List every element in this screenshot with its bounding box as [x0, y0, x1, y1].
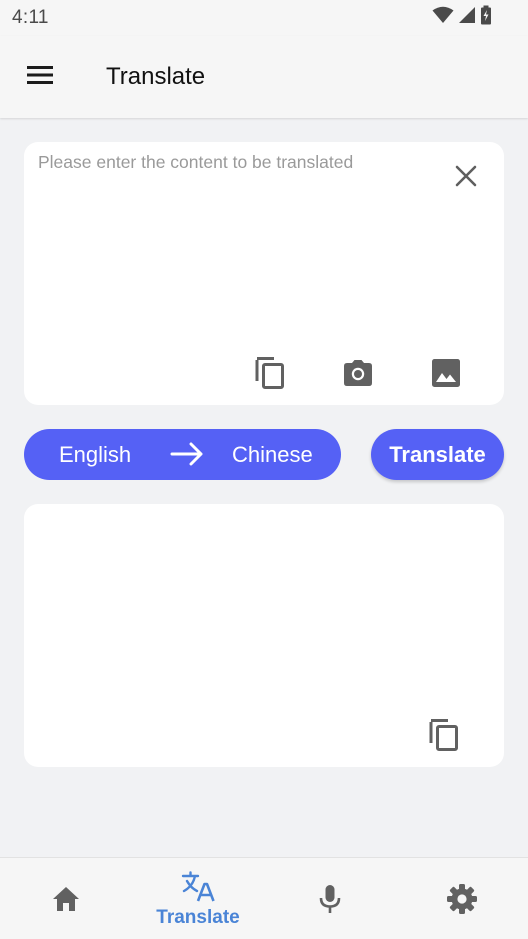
translate-button[interactable]: Translate: [371, 429, 504, 480]
nav-item-settings[interactable]: [396, 858, 528, 939]
menu-button[interactable]: [18, 57, 62, 97]
nav-item-translate[interactable]: Translate: [132, 858, 264, 939]
status-icons: [432, 5, 492, 30]
translate-icon: [180, 871, 216, 903]
page-title: Translate: [106, 63, 206, 90]
camera-button[interactable]: [340, 357, 376, 393]
nav-item-voice[interactable]: [264, 858, 396, 939]
home-icon: [50, 883, 82, 915]
input-card: [24, 142, 504, 405]
settings-icon: [446, 883, 478, 915]
battery-icon: [480, 5, 492, 30]
arrow-right-icon[interactable]: [170, 439, 204, 469]
copy-icon: [254, 356, 286, 395]
microphone-icon: [314, 883, 346, 915]
source-language[interactable]: English: [59, 442, 131, 468]
copy-input-button[interactable]: [252, 356, 288, 395]
translate-screen: 4:11 Translate Please enter the content …: [0, 0, 528, 939]
copy-output-button[interactable]: [426, 718, 462, 757]
nav-item-home[interactable]: [0, 858, 132, 939]
image-button[interactable]: [428, 357, 464, 393]
close-icon: [454, 164, 478, 193]
language-selector[interactable]: English Chinese: [24, 429, 341, 480]
copy-icon: [428, 718, 460, 757]
menu-icon: [26, 65, 54, 90]
image-icon: [431, 358, 461, 393]
status-bar: 4:11: [0, 0, 528, 36]
status-time: 4:11: [12, 7, 49, 28]
target-language[interactable]: Chinese: [232, 442, 313, 468]
clear-button[interactable]: [452, 164, 480, 192]
translation-output: [38, 516, 488, 706]
source-text-input[interactable]: [38, 152, 438, 332]
wifi-icon: [432, 6, 454, 29]
bottom-navigation: Translate: [0, 857, 528, 939]
output-card: [24, 504, 504, 767]
camera-icon: [342, 359, 374, 392]
nav-label-translate: Translate: [156, 907, 240, 928]
app-bar: Translate: [0, 36, 528, 118]
signal-icon: [458, 6, 476, 29]
